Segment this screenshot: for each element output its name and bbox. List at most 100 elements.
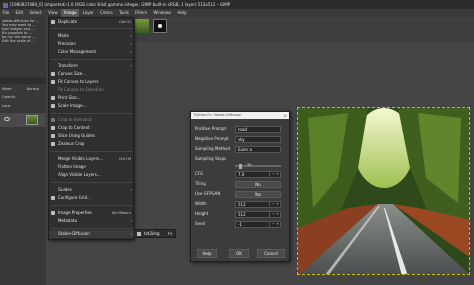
- chevron-right-icon: ›: [130, 231, 132, 236]
- title-bar: [1980837480_0] (imported)-1.0 (RGB color…: [0, 0, 474, 9]
- menu-tools[interactable]: Tools: [116, 9, 131, 17]
- menu-separator: [51, 205, 133, 206]
- menu-edit[interactable]: Edit: [13, 9, 26, 17]
- dialog-title-bar[interactable]: Python-Fu: Stable-Diffusion ×: [191, 112, 289, 119]
- negative-prompt-row: Negative Prompt sky: [195, 135, 287, 143]
- field-label: CFG: [195, 171, 204, 176]
- menu-item-flatten[interactable]: Flatten Image: [49, 163, 135, 171]
- gimp-logo-icon: [3, 2, 8, 8]
- menu-item-print-size[interactable]: Print Size...: [49, 94, 135, 102]
- field-label: Sampling Method: [195, 146, 230, 151]
- menu-item-align-visible[interactable]: Align Visible Layers...: [49, 171, 135, 179]
- eye-icon[interactable]: [4, 117, 10, 121]
- mode-row[interactable]: Mode Normal: [0, 87, 46, 91]
- left-dock: stable-diffusion for ... You may want to…: [0, 17, 46, 285]
- menu-item-scale-image[interactable]: Scale Image...: [49, 102, 135, 110]
- duplicate-icon: [51, 20, 55, 24]
- menu-item-configure-grid[interactable]: Configure Grid...: [49, 194, 135, 202]
- menu-item-canvas-size[interactable]: Canvas Size...: [49, 70, 135, 78]
- menu-item-crop-selection[interactable]: Crop to Selection: [49, 116, 135, 124]
- menu-separator: [51, 182, 133, 183]
- chevron-right-icon: ›: [130, 33, 132, 38]
- field-label: Tiling: [195, 181, 206, 186]
- fit-canvas-icon: [51, 80, 55, 84]
- menu-item-slice-guides[interactable]: Slice Using Guides: [49, 132, 135, 140]
- field-label: Positive Prompt: [195, 126, 227, 131]
- field-label: Seed: [195, 221, 205, 226]
- height-spinner[interactable]: − +: [269, 210, 281, 218]
- sampling-steps-slider-row: 30: [195, 162, 287, 170]
- properties-icon: [51, 211, 55, 215]
- menu-item-transform[interactable]: Transform ›: [49, 62, 135, 70]
- chevron-right-icon: ›: [130, 49, 132, 54]
- gfpgan-toggle[interactable]: Yes: [235, 190, 281, 198]
- chevron-right-icon: ›: [130, 218, 132, 223]
- help-button[interactable]: Help: [197, 249, 217, 258]
- negative-prompt-input[interactable]: sky: [235, 135, 281, 143]
- sampling-method-select[interactable]: Euler a: [235, 145, 281, 153]
- positive-prompt-row: Positive Prompt road: [195, 125, 287, 133]
- menu-colors[interactable]: Colors: [98, 9, 116, 17]
- menu-item-duplicate[interactable]: Duplicate Ctrl+D: [49, 18, 135, 26]
- canvas-image: [297, 107, 470, 275]
- field-label: Negative Prompt: [195, 136, 229, 141]
- cfg-spinner[interactable]: − +: [269, 170, 281, 178]
- mode-label: Mode: [2, 87, 12, 91]
- layer-row[interactable]: [0, 113, 46, 127]
- seed-row: Seed -1 − +: [195, 220, 287, 228]
- close-icon[interactable]: ×: [284, 112, 287, 119]
- menu-view[interactable]: View: [46, 9, 61, 17]
- layers-tab-bar[interactable]: [0, 77, 46, 84]
- menu-item-fit-canvas-selection[interactable]: Fit Canvas to Selection: [49, 86, 135, 94]
- slice-icon: [51, 134, 55, 138]
- chevron-right-icon: ›: [130, 187, 132, 192]
- zealous-crop-icon: [51, 142, 55, 146]
- cfg-row: CFG 7.0 − +: [195, 170, 287, 178]
- field-label: Height: [195, 211, 209, 216]
- scale-image-icon: [51, 104, 55, 108]
- stable-diffusion-submenu[interactable]: txt2img F3: [134, 229, 176, 238]
- menu-item-precision[interactable]: Precision ›: [49, 40, 135, 48]
- script-icon: [137, 232, 141, 236]
- menu-image[interactable]: Image: [61, 9, 79, 17]
- mode-value[interactable]: Normal: [27, 87, 40, 91]
- menu-item-color-management[interactable]: Color Management ›: [49, 48, 135, 56]
- menu-item-zealous-crop[interactable]: Zealous Crop: [49, 140, 135, 148]
- menu-item-mode[interactable]: Mode ›: [49, 32, 135, 40]
- sampling-method-row: Sampling Method Euler a: [195, 145, 287, 153]
- sampling-steps-slider[interactable]: [235, 163, 281, 169]
- menu-filters[interactable]: Filters: [133, 9, 150, 17]
- canvas-size-icon: [51, 72, 55, 76]
- height-row: Height 512 − +: [195, 210, 287, 218]
- menu-item-merge-visible[interactable]: Merge Visible Layers... Ctrl+M: [49, 155, 135, 163]
- road-photo: [298, 108, 469, 274]
- ok-button[interactable]: OK: [229, 249, 249, 258]
- gimp-window: [1980837480_0] (imported)-1.0 (RGB color…: [0, 0, 474, 285]
- menu-help[interactable]: Help: [175, 9, 189, 17]
- menu-item-fit-canvas-layers[interactable]: Fit Canvas to Layers: [49, 78, 135, 86]
- menu-layer[interactable]: Layer: [80, 9, 96, 17]
- menu-item-guides[interactable]: Guides ›: [49, 186, 135, 194]
- image-tab-thumbnail[interactable]: [153, 19, 167, 33]
- menu-item-metadata[interactable]: Metadata ›: [49, 217, 135, 225]
- menu-select[interactable]: Select: [27, 9, 44, 17]
- slider-handle[interactable]: [239, 163, 242, 169]
- crop-icon: [51, 118, 55, 122]
- menu-windows[interactable]: Windows: [151, 9, 174, 17]
- menu-file[interactable]: File: [0, 9, 12, 17]
- menu-item-stable-diffusion[interactable]: Stable-Diffusion ›: [49, 230, 135, 238]
- opacity-label: Opacity: [2, 95, 16, 99]
- seed-spinner[interactable]: − +: [269, 220, 281, 228]
- tiling-toggle[interactable]: No: [235, 180, 281, 188]
- width-spinner[interactable]: − +: [269, 200, 281, 208]
- width-row: Width 512 − +: [195, 200, 287, 208]
- print-size-icon: [51, 96, 55, 100]
- dialog-title: Python-Fu: Stable-Diffusion: [194, 113, 242, 117]
- cancel-button[interactable]: Cancel: [257, 249, 285, 258]
- menu-item-crop-content[interactable]: Crop to Content: [49, 124, 135, 132]
- submenu-item-txt2img[interactable]: txt2img: [144, 231, 160, 236]
- image-tab-thumbnail[interactable]: [135, 19, 149, 33]
- menu-item-image-properties[interactable]: Image Properties Alt+Return: [49, 209, 135, 217]
- menu-separator: [51, 59, 133, 60]
- positive-prompt-input[interactable]: road: [235, 125, 281, 133]
